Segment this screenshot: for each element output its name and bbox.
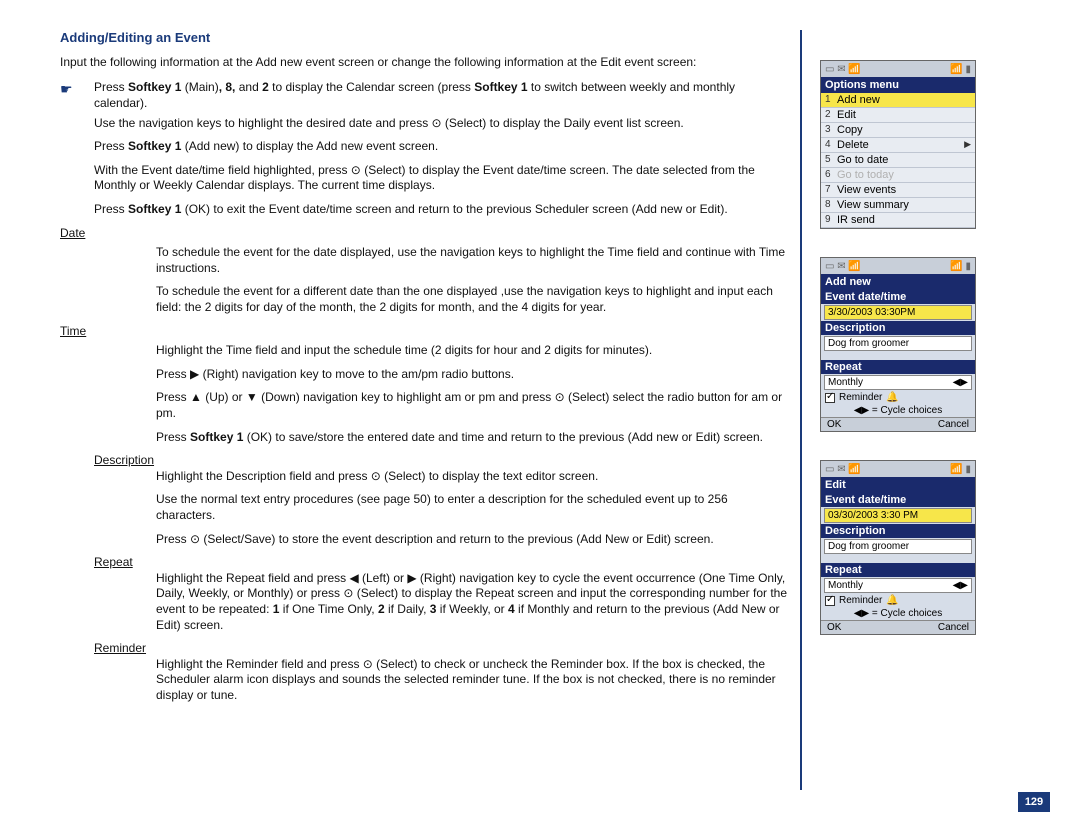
cycle-hint-p3: ◀▶ = Cycle choices [821, 607, 975, 620]
repeat-field-p3[interactable]: Monthly◀▶ [824, 578, 972, 593]
phone2-title: Add new [821, 274, 975, 290]
sidebar-screenshots: ▭ ✉ 📶📶 ▮ Options menu 1Add new 2Edit 3Co… [820, 30, 1000, 790]
menu-ir-send[interactable]: 9IR send [821, 213, 975, 228]
menu-view-summary[interactable]: 8View summary [821, 198, 975, 213]
bell-icon: 🔔 [886, 392, 898, 403]
date-section: Date [60, 226, 790, 242]
event-datetime-field-p3[interactable]: 03/30/2003 3:30 PM [824, 508, 972, 523]
date-line1: To schedule the event for the date displ… [156, 245, 790, 276]
step-nav: Use the navigation keys to highlight the… [94, 116, 790, 132]
phone1-title: Options menu [821, 77, 975, 93]
step-ok: Press Softkey 1 (OK) to exit the Event d… [94, 202, 790, 218]
desc-line2: Use the normal text entry procedures (se… [156, 492, 790, 523]
softkey-ok-p3[interactable]: OK [827, 622, 841, 633]
step-addnew: Press Softkey 1 (Add new) to display the… [94, 139, 790, 155]
status-bar: ▭ ✉ 📶📶 ▮ [821, 61, 975, 77]
intro-text: Input the following information at the A… [60, 55, 790, 71]
main-content: Adding/Editing an Event Input the follow… [60, 30, 790, 790]
reminder-checkbox[interactable] [825, 393, 835, 403]
event-datetime-field[interactable]: 3/30/2003 03:30PM [824, 305, 972, 320]
time-line3: Press ▲ (Up) or ▼ (Down) navigation key … [156, 390, 790, 421]
menu-delete[interactable]: 4Delete▶ [821, 138, 975, 153]
menu-view-events[interactable]: 7View events [821, 183, 975, 198]
description-label: Description [94, 453, 154, 467]
status-bar: ▭ ✉ 📶📶 ▮ [821, 461, 975, 477]
time-label: Time [60, 324, 94, 340]
repeat-field-p2[interactable]: Monthly◀▶ [824, 375, 972, 390]
date-line2: To schedule the event for a different da… [156, 284, 790, 315]
phone-edit: ▭ ✉ 📶📶 ▮ Edit Event date/time 03/30/2003… [820, 460, 976, 635]
softkey-cancel[interactable]: Cancel [938, 419, 969, 430]
time-line4: Press Softkey 1 (OK) to save/store the e… [156, 430, 790, 446]
phone-options-menu: ▭ ✉ 📶📶 ▮ Options menu 1Add new 2Edit 3Co… [820, 60, 976, 229]
time-section: Time [60, 324, 790, 340]
repeat-label-p3: Repeat [821, 563, 975, 577]
desc-line1: Highlight the Description field and pres… [156, 469, 790, 485]
reminder-section: Reminder [94, 641, 790, 657]
reminder-row-p3[interactable]: Reminder🔔 [821, 594, 975, 607]
softkeys-p2: OK Cancel [821, 417, 975, 431]
bell-icon: 🔔 [886, 595, 898, 606]
event-datetime-label: Event date/time [821, 290, 975, 304]
softkey-cancel-p3[interactable]: Cancel [938, 622, 969, 633]
repeat-label-p2: Repeat [821, 360, 975, 374]
date-label: Date [60, 226, 94, 242]
description-field-p2[interactable]: Dog from groomer [824, 336, 972, 351]
menu-goto-today: 6Go to today [821, 168, 975, 183]
repeat-label: Repeat [94, 555, 133, 569]
reminder-text: Highlight the Reminder field and press ⊙… [156, 657, 790, 704]
repeat-text: Highlight the Repeat field and press ◀ (… [156, 571, 790, 633]
status-bar: ▭ ✉ 📶📶 ▮ [821, 258, 975, 274]
description-label-p2: Description [821, 321, 975, 335]
repeat-section: Repeat [94, 555, 790, 571]
menu-add-new[interactable]: 1Add new [821, 93, 975, 108]
event-datetime-label-p3: Event date/time [821, 493, 975, 507]
time-line2: Press ▶ (Right) navigation key to move t… [156, 367, 790, 383]
menu-goto-date[interactable]: 5Go to date [821, 153, 975, 168]
step-datetime: With the Event date/time field highlight… [94, 163, 790, 194]
bullet-text: Press Softkey 1 (Main), 8, and 2 to disp… [94, 80, 790, 111]
vertical-divider [800, 30, 802, 790]
softkey-ok[interactable]: OK [827, 419, 841, 430]
phone3-title: Edit [821, 477, 975, 493]
phone-add-new: ▭ ✉ 📶📶 ▮ Add new Event date/time 3/30/20… [820, 257, 976, 432]
page-number: 129 [1018, 792, 1050, 812]
cycle-hint-p2: ◀▶ = Cycle choices [821, 404, 975, 417]
menu-copy[interactable]: 3Copy [821, 123, 975, 138]
main-bullet: ☛ Press Softkey 1 (Main), 8, and 2 to di… [60, 80, 790, 111]
description-label-p3: Description [821, 524, 975, 538]
section-heading: Adding/Editing an Event [60, 30, 790, 47]
description-section: Description [94, 453, 790, 469]
softkeys-p3: OK Cancel [821, 620, 975, 634]
time-line1: Highlight the Time field and input the s… [156, 343, 790, 359]
reminder-row-p2[interactable]: Reminder🔔 [821, 391, 975, 404]
description-field-p3[interactable]: Dog from groomer [824, 539, 972, 554]
pointer-icon: ☛ [60, 80, 94, 111]
reminder-label: Reminder [94, 641, 146, 655]
menu-edit[interactable]: 2Edit [821, 108, 975, 123]
desc-line3: Press ⊙ (Select/Save) to store the event… [156, 532, 790, 548]
reminder-checkbox-p3[interactable] [825, 596, 835, 606]
